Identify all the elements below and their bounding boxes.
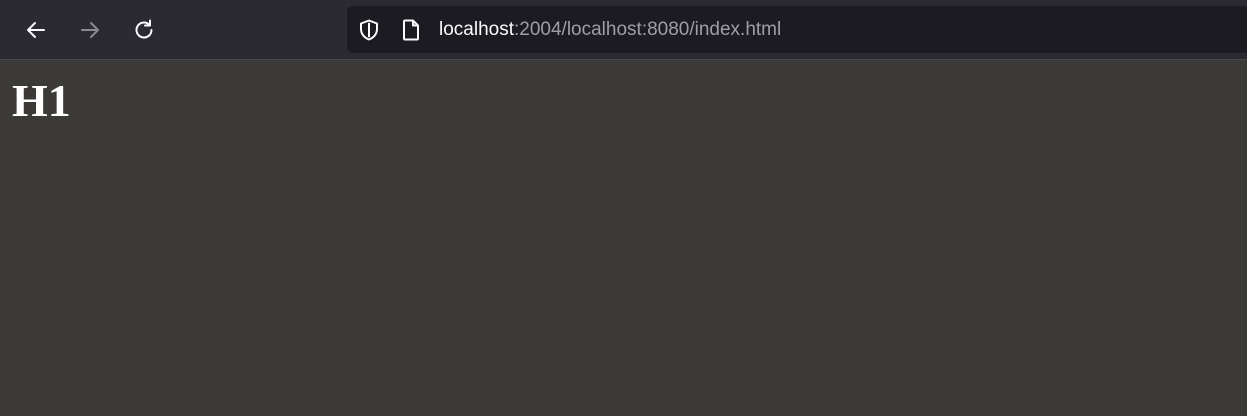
page-heading: H1 bbox=[12, 75, 71, 126]
shield-icon[interactable] bbox=[357, 18, 381, 42]
url-text[interactable]: localhost:2004/localhost:8080/index.html bbox=[439, 19, 781, 41]
page-content: H1 bbox=[0, 61, 1247, 416]
browser-toolbar: localhost:2004/localhost:8080/index.html bbox=[0, 0, 1247, 60]
url-host: localhost bbox=[439, 19, 514, 40]
arrow-right-icon bbox=[78, 18, 102, 42]
forward-button[interactable] bbox=[72, 12, 108, 48]
back-button[interactable] bbox=[18, 12, 54, 48]
arrow-left-icon bbox=[24, 18, 48, 42]
reload-icon bbox=[132, 18, 156, 42]
address-bar[interactable]: localhost:2004/localhost:8080/index.html bbox=[347, 6, 1247, 53]
reload-button[interactable] bbox=[126, 12, 162, 48]
url-path: :2004/localhost:8080/index.html bbox=[514, 19, 782, 40]
page-icon[interactable] bbox=[399, 18, 423, 42]
